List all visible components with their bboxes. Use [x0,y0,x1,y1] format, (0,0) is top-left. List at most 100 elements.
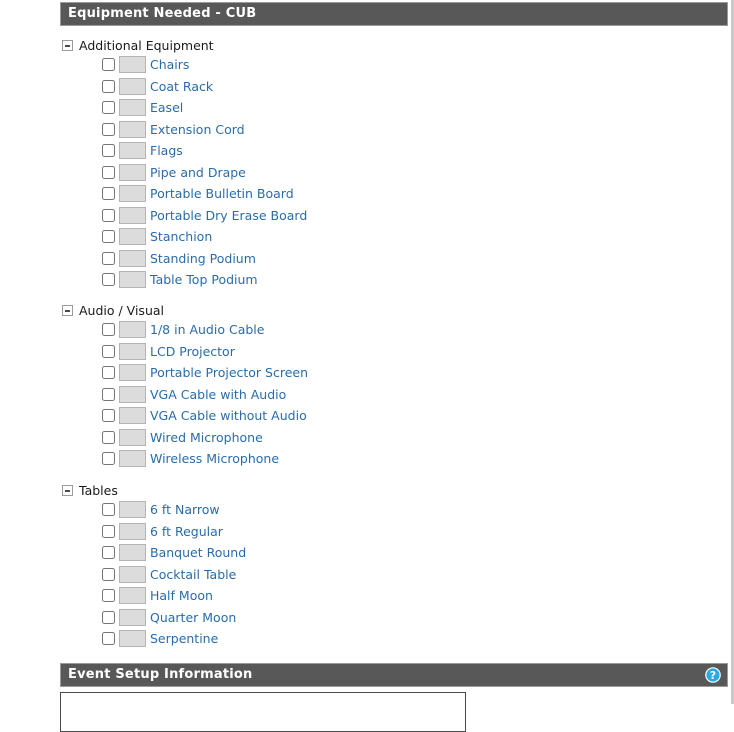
quantity-input-flags[interactable] [119,142,146,160]
quantity-input-easel[interactable] [119,99,146,117]
quantity-input-cocktail-table[interactable] [119,565,146,583]
quantity-input-banquet-round[interactable] [119,544,146,562]
item-link-half-moon[interactable]: Half Moon [150,588,213,603]
quantity-input-portable-projector-screen[interactable] [119,364,146,382]
item-link-flags[interactable]: Flags [150,143,183,158]
quantity-input-vga-cable-with-audio[interactable] [119,385,146,403]
checkbox-cocktail-table[interactable] [102,567,115,581]
quantity-input-half-moon[interactable] [119,587,146,605]
quantity-input-serpentine[interactable] [119,630,146,648]
quantity-input-stanchion[interactable] [119,228,146,246]
quantity-input-portable-bulletin-board[interactable] [119,185,146,203]
item-link-6-ft-regular[interactable]: 6 ft Regular [150,524,223,539]
list-item: 6 ft Narrow [60,499,246,521]
item-link-banquet-round[interactable]: Banquet Round [150,545,246,560]
quantity-input-pipe-and-drape[interactable] [119,163,146,181]
list-item: Wireless Microphone [60,448,308,470]
quantity-input-table-top-podium[interactable] [119,271,146,289]
quantity-input-1-8-in-audio-cable[interactable] [119,321,146,339]
group-header-additional-equipment[interactable]: Additional Equipment [62,36,307,54]
checkbox-standing-podium[interactable] [102,251,115,265]
checkbox-extension-cord[interactable] [102,122,115,136]
checkbox-banquet-round[interactable] [102,546,115,560]
item-link-extension-cord[interactable]: Extension Cord [150,122,245,137]
checkbox-portable-dry-erase-board[interactable] [102,208,115,222]
item-link-coat-rack[interactable]: Coat Rack [150,79,213,94]
svg-text:?: ? [710,669,717,682]
help-circle-icon[interactable]: ? [705,667,721,683]
checkbox-vga-cable-without-audio[interactable] [102,409,115,423]
checkbox-wireless-microphone[interactable] [102,452,115,466]
quantity-input-vga-cable-without-audio[interactable] [119,407,146,425]
group-header-audio-visual[interactable]: Audio / Visual [62,301,308,319]
list-item: Half Moon [60,585,246,607]
checkbox-easel[interactable] [102,101,115,115]
item-link-portable-projector-screen[interactable]: Portable Projector Screen [150,365,308,380]
item-link-standing-podium[interactable]: Standing Podium [150,251,256,266]
checkbox-wired-microphone[interactable] [102,430,115,444]
item-link-easel[interactable]: Easel [150,100,183,115]
item-link-1-8-in-audio-cable[interactable]: 1/8 in Audio Cable [150,322,264,337]
group-header-tables[interactable]: Tables [62,481,246,499]
checkbox-portable-projector-screen[interactable] [102,366,115,380]
checkbox-pipe-and-drape[interactable] [102,165,115,179]
item-link-wireless-microphone[interactable]: Wireless Microphone [150,451,279,466]
event-setup-information-title: Event Setup Information [68,667,253,682]
item-link-chairs[interactable]: Chairs [150,57,189,72]
minus-square-icon[interactable] [62,484,73,496]
checkbox-6-ft-narrow[interactable] [102,503,115,517]
list-item: 1/8 in Audio Cable [60,319,308,341]
quantity-input-coat-rack[interactable] [119,77,146,95]
quantity-input-quarter-moon[interactable] [119,608,146,626]
item-link-wired-microphone[interactable]: Wired Microphone [150,430,263,445]
quantity-input-chairs[interactable] [119,56,146,74]
quantity-input-wireless-microphone[interactable] [119,450,146,468]
checkbox-stanchion[interactable] [102,230,115,244]
checkbox-lcd-projector[interactable] [102,344,115,358]
item-link-vga-cable-with-audio[interactable]: VGA Cable with Audio [150,387,286,402]
item-link-lcd-projector[interactable]: LCD Projector [150,344,235,359]
minus-square-icon[interactable] [62,39,73,51]
item-link-serpentine[interactable]: Serpentine [150,631,218,646]
checkbox-half-moon[interactable] [102,589,115,603]
item-link-table-top-podium[interactable]: Table Top Podium [150,272,258,287]
checkbox-serpentine[interactable] [102,632,115,646]
quantity-input-6-ft-regular[interactable] [119,522,146,540]
checkbox-vga-cable-with-audio[interactable] [102,387,115,401]
list-item: Wired Microphone [60,427,308,449]
item-link-portable-dry-erase-board[interactable]: Portable Dry Erase Board [150,208,307,223]
item-link-6-ft-narrow[interactable]: 6 ft Narrow [150,502,220,517]
minus-square-icon[interactable] [62,304,73,316]
checkbox-quarter-moon[interactable] [102,610,115,624]
quantity-input-6-ft-narrow[interactable] [119,501,146,519]
item-link-quarter-moon[interactable]: Quarter Moon [150,610,236,625]
list-item: Portable Projector Screen [60,362,308,384]
checkbox-portable-bulletin-board[interactable] [102,187,115,201]
equipment-needed-title: Equipment Needed - CUB [68,6,257,21]
list-item: Portable Bulletin Board [60,183,307,205]
item-link-portable-bulletin-board[interactable]: Portable Bulletin Board [150,186,294,201]
item-link-cocktail-table[interactable]: Cocktail Table [150,567,236,582]
item-link-stanchion[interactable]: Stanchion [150,229,212,244]
checkbox-1-8-in-audio-cable[interactable] [102,323,115,337]
equipment-form-content: Equipment Needed - CUB Additional Equipm… [0,0,731,732]
checkbox-coat-rack[interactable] [102,79,115,93]
quantity-input-portable-dry-erase-board[interactable] [119,206,146,224]
checkbox-chairs[interactable] [102,58,115,72]
quantity-input-standing-podium[interactable] [119,249,146,267]
checkbox-flags[interactable] [102,144,115,158]
quantity-input-lcd-projector[interactable] [119,342,146,360]
list-item: Coat Rack [60,76,307,98]
list-item: Extension Cord [60,119,307,141]
equipment-needed-header: Equipment Needed - CUB [60,2,728,26]
quantity-input-extension-cord[interactable] [119,120,146,138]
item-link-vga-cable-without-audio[interactable]: VGA Cable without Audio [150,408,307,423]
item-link-pipe-and-drape[interactable]: Pipe and Drape [150,165,246,180]
list-item: Quarter Moon [60,607,246,629]
checkbox-table-top-podium[interactable] [102,273,115,287]
quantity-input-wired-microphone[interactable] [119,428,146,446]
list-item: Portable Dry Erase Board [60,205,307,227]
event-setup-notes-textarea[interactable] [60,692,466,732]
group-label-additional-equipment: Additional Equipment [79,37,214,53]
checkbox-6-ft-regular[interactable] [102,524,115,538]
